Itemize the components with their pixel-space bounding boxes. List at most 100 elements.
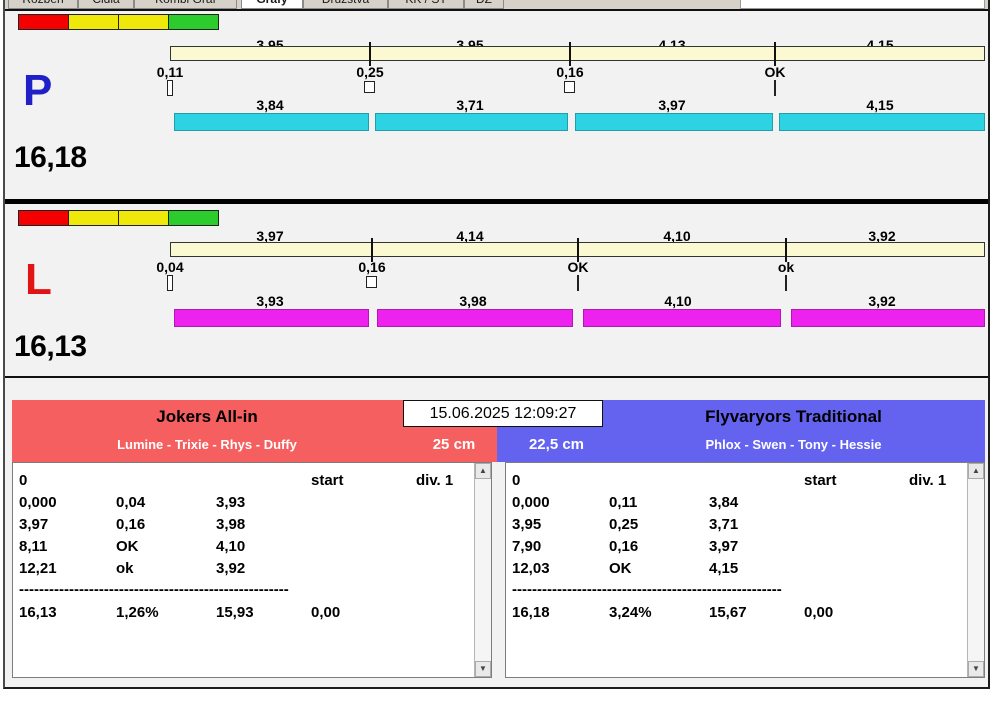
cell: 3,95 bbox=[512, 516, 542, 533]
crossing-time: OK bbox=[764, 64, 786, 80]
results-table-left: 0 start div. 1 0,000 0,04 3,93 3,97 0,16… bbox=[12, 462, 492, 678]
app-window: Rozběh Čidla Kombi Graf Grafy Družstva K… bbox=[3, 0, 990, 689]
cell bbox=[216, 471, 311, 493]
crossing-indicator bbox=[577, 275, 579, 291]
cell: start bbox=[804, 472, 837, 489]
table-header-row: 0 start div. 1 bbox=[506, 471, 984, 493]
timestamp-box: 15.06.2025 12:09:27 bbox=[403, 400, 603, 427]
results-table-right: 0 start div. 1 0,000 0,11 3,84 3,95 0,25… bbox=[505, 462, 985, 678]
scroll-down-icon[interactable]: ▼ bbox=[968, 661, 984, 677]
dog-time: 3,84 bbox=[256, 97, 284, 113]
run-segment-bar bbox=[377, 309, 573, 327]
table-totals-row: 16,18 3,24% 15,67 0,00 bbox=[506, 603, 984, 625]
dog-time: 3,97 bbox=[658, 97, 686, 113]
table-totals-row: 16,13 1,26% 15,93 0,00 bbox=[13, 603, 491, 625]
cell: 0 bbox=[512, 472, 521, 489]
cell: start bbox=[311, 472, 344, 489]
crossing-time: OK bbox=[567, 259, 589, 275]
crossing-indicator bbox=[564, 81, 575, 93]
cell: 3,92 bbox=[216, 560, 246, 577]
scale-tick bbox=[569, 42, 571, 66]
cell: 3,71 bbox=[709, 516, 739, 533]
cell: 8,11 bbox=[19, 538, 48, 555]
tab-rozbeh[interactable]: Rozběh bbox=[8, 0, 78, 9]
crossing-time: 0,16 bbox=[556, 64, 584, 80]
jump-height: 22,5 cm bbox=[528, 436, 585, 453]
team-lineup: Phlox - Swen - Tony - Hessie bbox=[705, 437, 882, 452]
cell: 0,000 bbox=[512, 494, 550, 511]
crossing-indicator bbox=[167, 80, 173, 96]
crossing-time: 0,11 bbox=[156, 64, 184, 80]
scrollbar[interactable]: ▲ ▼ bbox=[967, 463, 984, 677]
cell: OK bbox=[116, 538, 139, 555]
cell bbox=[609, 471, 709, 493]
status-light-green bbox=[168, 210, 219, 226]
tab-cidla[interactable]: Čidla bbox=[78, 0, 134, 9]
results-section: Jokers All-in Lumine - Trixie - Rhys - D… bbox=[12, 400, 985, 678]
crossing-time: 0,04 bbox=[156, 259, 184, 275]
table-header-row: 0 start div. 1 bbox=[13, 471, 491, 493]
cell: 4,10 bbox=[216, 538, 246, 555]
lane-panel-l: 3,97 4,14 4,10 3,92 0,04 0,16 OK ok 3,93… bbox=[5, 204, 988, 376]
team-lineup: Lumine - Trixie - Rhys - Duffy bbox=[117, 437, 297, 452]
cell: 0,16 bbox=[116, 516, 146, 533]
run-segment-bar bbox=[779, 113, 985, 131]
run-segment-bar bbox=[174, 309, 369, 327]
cell: 3,84 bbox=[709, 494, 739, 511]
cell: OK bbox=[609, 560, 632, 577]
cell: 3,24% bbox=[609, 604, 652, 621]
crossing-indicator bbox=[364, 81, 375, 93]
cell: 0,16 bbox=[609, 538, 639, 555]
scroll-up-icon[interactable]: ▲ bbox=[475, 463, 491, 479]
header-white-panel bbox=[740, 0, 985, 9]
table-separator: ----------------------------------------… bbox=[512, 581, 782, 598]
crossing-time: 0,25 bbox=[356, 64, 384, 80]
cell: 0 bbox=[19, 472, 28, 489]
tab-dz[interactable]: DZ bbox=[464, 0, 504, 9]
scale-tick bbox=[369, 42, 371, 66]
lane-letter: L bbox=[25, 255, 52, 304]
cell: 7,90 bbox=[512, 538, 542, 555]
status-light-yellow bbox=[68, 210, 119, 226]
lane-panel-p: 3,95 3,95 4,13 4,15 0,11 0,25 0,16 OK 3,… bbox=[5, 11, 988, 199]
table-row: 12,21 ok 3,92 bbox=[13, 559, 491, 581]
cell: 16,18 bbox=[512, 604, 550, 621]
cell: 15,93 bbox=[216, 604, 254, 621]
crossing-indicator bbox=[167, 275, 173, 291]
tab-kk-st[interactable]: KK / ST bbox=[388, 0, 464, 9]
scroll-down-icon[interactable]: ▼ bbox=[475, 661, 491, 677]
table-row: 7,90 0,16 3,97 bbox=[506, 537, 984, 559]
cell: 4,15 bbox=[709, 560, 739, 577]
tab-kombi-graf[interactable]: Kombi Graf bbox=[134, 0, 237, 9]
run-segment-bar bbox=[791, 309, 985, 327]
cell: 3,98 bbox=[216, 516, 246, 533]
table-row: 8,11 OK 4,10 bbox=[13, 537, 491, 559]
tab-druzstva[interactable]: Družstva bbox=[303, 0, 388, 9]
dog-time: 3,92 bbox=[868, 293, 896, 309]
crossing-indicator bbox=[785, 275, 787, 291]
cell: 12,03 bbox=[512, 560, 550, 577]
cell: 3,93 bbox=[216, 494, 246, 511]
table-row: 0,000 0,11 3,84 bbox=[506, 493, 984, 515]
team-name: Jokers All-in bbox=[156, 407, 258, 426]
cell: 0,00 bbox=[311, 604, 341, 621]
scale-tick bbox=[774, 42, 776, 66]
cell: 15,67 bbox=[709, 604, 747, 621]
table-row: 3,97 0,16 3,98 bbox=[13, 515, 491, 537]
cell bbox=[116, 471, 216, 493]
status-light-yellow2 bbox=[118, 14, 169, 30]
run-segment-bar bbox=[583, 309, 781, 327]
table-row: 12,03 OK 4,15 bbox=[506, 559, 984, 581]
dog-time: 3,71 bbox=[456, 97, 484, 113]
scroll-up-icon[interactable]: ▲ bbox=[968, 463, 984, 479]
cell: 0,000 bbox=[19, 494, 57, 511]
dog-time: 4,15 bbox=[866, 97, 894, 113]
status-light-yellow2 bbox=[118, 210, 169, 226]
graphs-view: 3,95 3,95 4,13 4,15 0,11 0,25 0,16 OK 3,… bbox=[5, 9, 988, 687]
scrollbar[interactable]: ▲ ▼ bbox=[474, 463, 491, 677]
jump-height: 25 cm bbox=[432, 436, 476, 453]
lane-total-time: 16,13 bbox=[14, 330, 87, 363]
dog-time: 3,98 bbox=[459, 293, 487, 309]
lane-letter: P bbox=[23, 66, 53, 115]
tab-grafy[interactable]: Grafy bbox=[241, 0, 303, 9]
